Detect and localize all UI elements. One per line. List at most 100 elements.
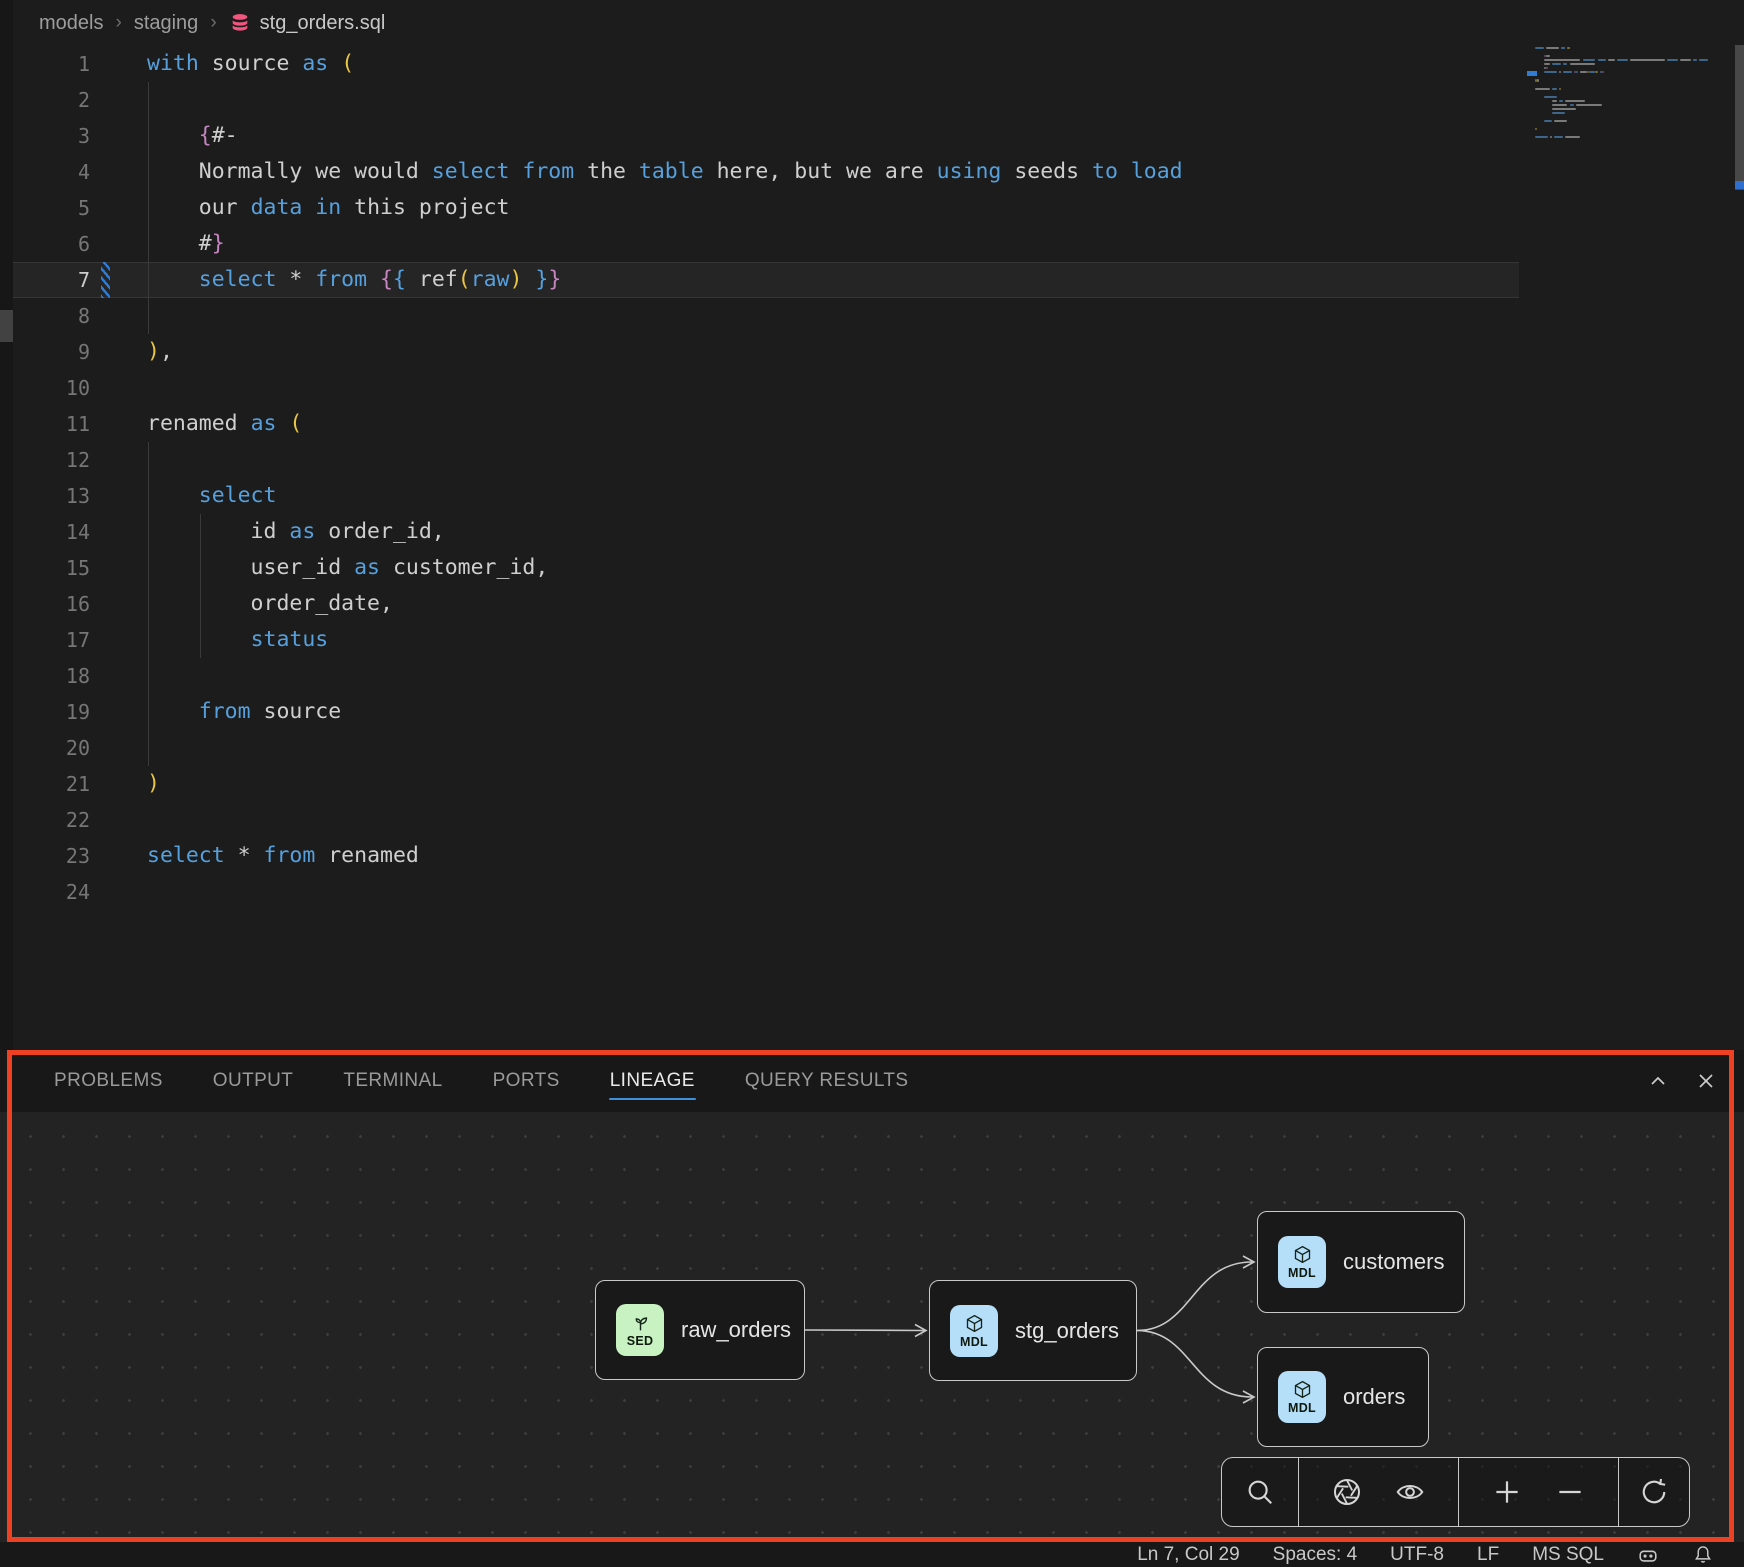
line-code: {#- — [147, 118, 238, 154]
database-icon — [229, 12, 251, 34]
aperture-icon[interactable] — [1332, 1477, 1362, 1507]
breadcrumb-item-staging[interactable]: staging — [134, 12, 199, 35]
minimap-line — [1576, 104, 1602, 106]
code-line-22[interactable]: 22 — [13, 802, 1519, 838]
line-number: 9 — [13, 334, 90, 370]
node-badge-seed: SED — [616, 1304, 664, 1356]
line-code: id as order_id, — [147, 514, 445, 550]
minimap-line — [1561, 47, 1565, 49]
minimap-line — [1535, 47, 1544, 49]
code-line-13[interactable]: 13 select — [13, 478, 1519, 514]
line-code: our data in this project — [147, 190, 509, 226]
minimap-line — [1559, 100, 1563, 102]
chevron-up-icon[interactable] — [1646, 1069, 1670, 1093]
code-line-10[interactable]: 10 — [13, 370, 1519, 406]
status-cursor-position[interactable]: Ln 7, Col 29 — [1137, 1544, 1239, 1566]
indent-guide — [148, 82, 149, 334]
code-line-9[interactable]: 9), — [13, 334, 1519, 370]
activity-strip-handle[interactable] — [0, 310, 13, 342]
minimap-line — [1544, 59, 1581, 61]
code-editor[interactable]: 1with source as (23 {#-4 Normally we wou… — [13, 46, 1744, 1050]
minimap-line — [1667, 59, 1678, 61]
minimap-scrollbar[interactable] — [1735, 45, 1744, 190]
code-line-17[interactable]: 17 status — [13, 622, 1519, 658]
lineage-node-orders[interactable]: MDLorders — [1257, 1347, 1429, 1447]
breadcrumb-file[interactable]: stg_orders.sql — [229, 12, 386, 35]
toolbar-group-2 — [1459, 1458, 1619, 1526]
search-icon[interactable] — [1245, 1477, 1275, 1507]
tab-ports[interactable]: PORTS — [492, 1056, 561, 1106]
cube-icon — [1292, 1244, 1313, 1265]
status-indentation[interactable]: Spaces: 4 — [1273, 1544, 1358, 1566]
minimap-line — [1608, 59, 1614, 61]
code-line-21[interactable]: 21) — [13, 766, 1519, 802]
code-line-11[interactable]: 11renamed as ( — [13, 406, 1519, 442]
status-eol[interactable]: LF — [1477, 1544, 1499, 1566]
node-badge-model: MDL — [1278, 1236, 1326, 1288]
close-icon[interactable] — [1694, 1069, 1718, 1093]
tab-output[interactable]: OUTPUT — [212, 1056, 295, 1106]
zoom-out-icon[interactable] — [1555, 1477, 1585, 1507]
code-line-19[interactable]: 19 from source — [13, 694, 1519, 730]
code-line-15[interactable]: 15 user_id as customer_id, — [13, 550, 1519, 586]
breadcrumb: models›staging›stg_orders.sql — [39, 0, 385, 46]
lineage-node-customers[interactable]: MDLcustomers — [1257, 1211, 1465, 1313]
code-line-20[interactable]: 20 — [13, 730, 1519, 766]
lineage-node-stg_orders[interactable]: MDLstg_orders — [929, 1280, 1137, 1381]
code-line-8[interactable]: 8 — [13, 298, 1519, 334]
line-code: #} — [147, 226, 225, 262]
line-number: 4 — [13, 154, 90, 190]
minimap-line — [1552, 63, 1561, 65]
node-badge-label: MDL — [960, 1335, 988, 1349]
tab-lineage[interactable]: LINEAGE — [609, 1056, 696, 1106]
code-line-23[interactable]: 23select * from renamed — [13, 838, 1519, 874]
code-line-3[interactable]: 3 {#- — [13, 118, 1519, 154]
tab-problems[interactable]: PROBLEMS — [53, 1056, 164, 1106]
breadcrumb-item-models[interactable]: models — [39, 12, 103, 35]
code-line-1[interactable]: 1with source as ( — [13, 46, 1519, 82]
code-line-7[interactable]: 7 select * from {{ ref(raw) }} — [13, 262, 1519, 298]
line-code: select * from {{ ref(raw) }} — [147, 262, 561, 298]
minimap-line — [1563, 63, 1567, 65]
code-line-24[interactable]: 24 — [13, 874, 1519, 910]
code-line-2[interactable]: 2 — [13, 82, 1519, 118]
code-line-14[interactable]: 14 id as order_id, — [13, 514, 1519, 550]
bell-icon[interactable] — [1692, 1544, 1714, 1566]
line-number: 17 — [13, 622, 90, 658]
minimap[interactable] — [1521, 46, 1744, 1050]
lineage-graph[interactable]: SEDraw_ordersMDLstg_ordersMDLcustomersMD… — [0, 1112, 1744, 1544]
window: models›staging›stg_orders.sql 1with sour… — [0, 0, 1744, 1567]
code-line-16[interactable]: 16 order_date, — [13, 586, 1519, 622]
minimap-line — [1554, 120, 1567, 122]
minimap-line — [1544, 63, 1550, 65]
node-badge-label: MDL — [1288, 1266, 1316, 1280]
code-line-6[interactable]: 6 #} — [13, 226, 1519, 262]
cube-icon — [964, 1313, 985, 1334]
minimap-line — [1546, 47, 1559, 49]
minimap-line — [1552, 108, 1576, 110]
node-badge-model: MDL — [1278, 1371, 1326, 1423]
lineage-node-raw_orders[interactable]: SEDraw_orders — [595, 1280, 805, 1380]
tab-terminal[interactable]: TERMINAL — [342, 1056, 443, 1106]
line-number: 5 — [13, 190, 90, 226]
lineage-toolbar — [1221, 1457, 1690, 1527]
code-line-4[interactable]: 4 Normally we would select from the tabl… — [13, 154, 1519, 190]
line-number: 7 — [13, 262, 90, 298]
code-line-12[interactable]: 12 — [13, 442, 1519, 478]
code-line-5[interactable]: 5 our data in this project — [13, 190, 1519, 226]
zoom-in-icon[interactable] — [1492, 1477, 1522, 1507]
line-number: 14 — [13, 514, 90, 550]
status-encoding[interactable]: UTF-8 — [1390, 1544, 1444, 1566]
minimap-line — [1580, 71, 1586, 73]
toolbar-group-0 — [1222, 1458, 1299, 1526]
tab-query-results[interactable]: QUERY RESULTS — [744, 1056, 910, 1106]
code-line-18[interactable]: 18 — [13, 658, 1519, 694]
status-language-mode[interactable]: MS SQL — [1532, 1544, 1604, 1566]
minimap-line — [1535, 128, 1537, 130]
toolbar-group-3 — [1619, 1458, 1688, 1526]
copilot-icon[interactable] — [1637, 1544, 1659, 1566]
activity-strip — [0, 0, 13, 1050]
eye-icon[interactable] — [1395, 1477, 1425, 1507]
line-number: 8 — [13, 298, 90, 334]
refresh-icon[interactable] — [1639, 1477, 1669, 1507]
